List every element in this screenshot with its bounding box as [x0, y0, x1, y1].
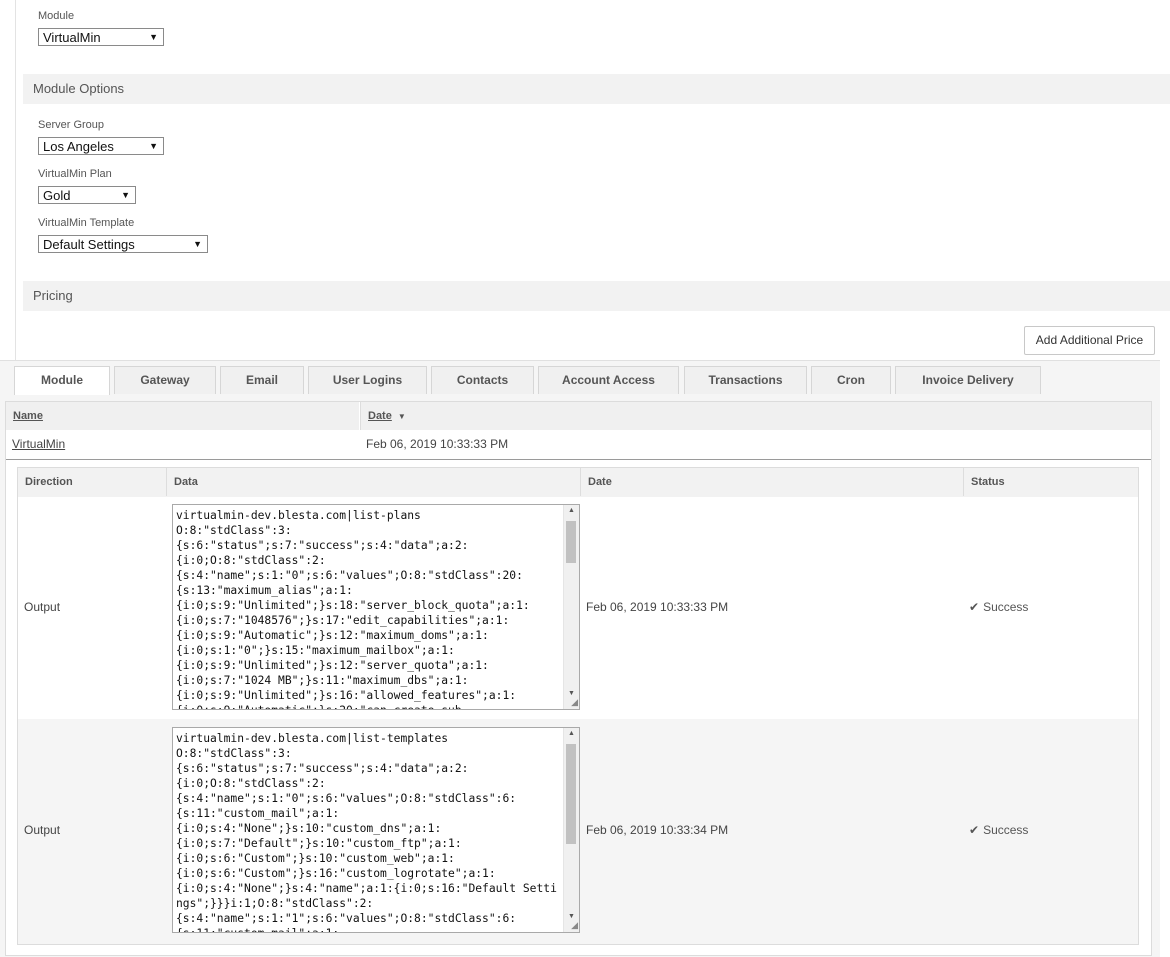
scroll-down-icon: ▼	[568, 913, 575, 920]
module-label: Module	[38, 10, 75, 22]
scroll-up-icon: ▲	[568, 507, 575, 514]
col-date-header: Date	[580, 468, 963, 496]
template-label: VirtualMin Template	[38, 217, 135, 229]
chevron-down-icon: ▼	[149, 141, 158, 151]
tab-gateway[interactable]: Gateway	[114, 366, 216, 394]
col-direction-header: Direction	[25, 476, 73, 488]
row-date: Feb 06, 2019 10:33:33 PM	[586, 600, 729, 614]
row-status: ✔ Success	[969, 600, 1029, 614]
server-group-label: Server Group	[38, 119, 105, 131]
tab-invoice-delivery[interactable]: Invoice Delivery	[895, 366, 1041, 394]
log-name-link[interactable]: VirtualMin	[12, 437, 65, 451]
scroll-thumb[interactable]	[566, 521, 576, 563]
template-select[interactable]: Default Settings ▼	[38, 235, 208, 253]
plan-select[interactable]: Gold ▼	[38, 186, 136, 204]
scroll-up-icon: ▲	[568, 730, 575, 737]
row-status: ✔ Success	[969, 823, 1029, 837]
row-direction: Output	[24, 823, 61, 837]
plan-label: VirtualMin Plan	[38, 168, 112, 180]
row-divider	[6, 459, 1151, 460]
data-textarea[interactable]: virtualmin-dev.blesta.com|list-plans O:8…	[172, 504, 580, 710]
col-name-header[interactable]: Name	[6, 402, 359, 430]
log-date: Feb 06, 2019 10:33:33 PM	[366, 437, 509, 451]
tab-user-logins[interactable]: User Logins	[308, 366, 427, 394]
resize-grip-icon[interactable]: ◢	[571, 920, 578, 931]
server-group-select[interactable]: Los Angeles ▼	[38, 137, 164, 155]
col-status-header: Status	[963, 468, 1138, 496]
scroll-thumb[interactable]	[566, 744, 576, 844]
chevron-down-icon: ▼	[149, 32, 158, 42]
data-textarea[interactable]: virtualmin-dev.blesta.com|list-templates…	[172, 727, 580, 933]
textarea-scrollbar[interactable]: ▲ ▼	[563, 728, 579, 932]
add-additional-price-button[interactable]: Add Additional Price	[1024, 326, 1155, 355]
tab-email[interactable]: Email	[220, 366, 304, 394]
check-icon: ✔	[969, 823, 980, 837]
chevron-down-icon: ▼	[121, 190, 130, 200]
tab-transactions[interactable]: Transactions	[684, 366, 807, 394]
resize-grip-icon[interactable]: ◢	[571, 697, 578, 708]
module-options-header: Module Options	[23, 74, 1170, 104]
module-select[interactable]: VirtualMin ▼	[38, 28, 164, 46]
server-group-value: Los Angeles	[43, 139, 114, 154]
col-data-header: Data	[166, 468, 580, 496]
left-border	[15, 0, 16, 360]
tab-contacts[interactable]: Contacts	[431, 366, 534, 394]
sort-desc-icon: ▼	[397, 412, 406, 421]
textarea-scrollbar[interactable]: ▲ ▼	[563, 505, 579, 709]
plan-value: Gold	[43, 188, 71, 203]
template-value: Default Settings	[43, 237, 135, 252]
tab-account-access[interactable]: Account Access	[538, 366, 679, 394]
row-date: Feb 06, 2019 10:33:34 PM	[586, 823, 729, 837]
module-select-value: VirtualMin	[43, 30, 101, 45]
data-text: virtualmin-dev.blesta.com|list-templates…	[176, 732, 557, 932]
tab-cron[interactable]: Cron	[811, 366, 891, 394]
row-direction: Output	[24, 600, 61, 614]
pricing-header: Pricing	[23, 281, 1170, 311]
chevron-down-icon: ▼	[193, 239, 202, 249]
tab-module[interactable]: Module	[14, 366, 110, 395]
check-icon: ✔	[969, 600, 980, 614]
scroll-down-icon: ▼	[568, 690, 575, 697]
data-text: virtualmin-dev.blesta.com|list-plans O:8…	[176, 509, 530, 709]
col-date-header[interactable]: Date ▼	[360, 402, 1151, 430]
